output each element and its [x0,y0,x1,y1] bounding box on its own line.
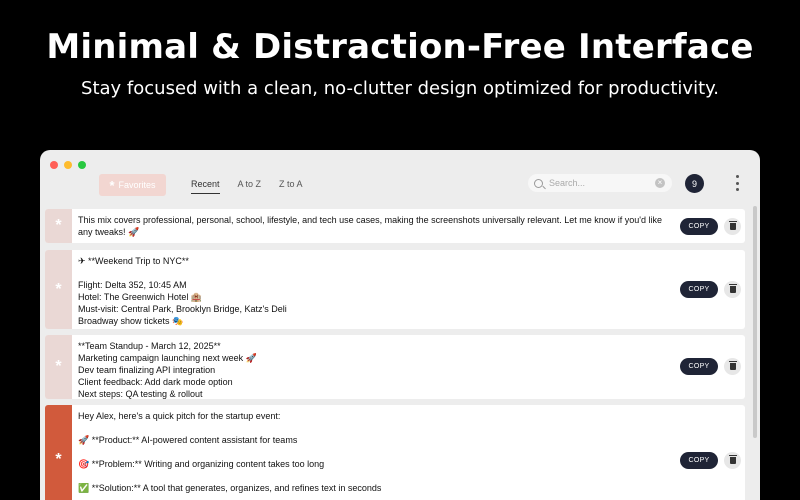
asterisk-icon: * [109,177,115,193]
clip-text: ✈ **Weekend Trip to NYC** Flight: Delta … [78,255,674,327]
clip-line [78,422,674,434]
trash-icon [728,221,737,230]
clip-line: 🚀 **Product:** AI-powered content assist… [78,435,298,445]
clip-line: Flight: Delta 352, 10:45 AM [78,280,187,290]
more-options-icon[interactable] [734,175,740,191]
trash-icon [728,284,737,293]
clip-line: 🎯 **Problem:** Writing and organizing co… [78,459,325,469]
asterisk-icon: * [45,250,72,329]
delete-button[interactable] [724,358,741,375]
hero-title: Minimal & Distraction-Free Interface [46,27,754,67]
copy-button[interactable]: COPY [680,358,718,375]
app-window: * Favorites Recent A to Z Z to A × 9 * T… [40,150,760,500]
clip-line [78,446,674,458]
asterisk-icon: * [45,335,72,399]
tab-z-to-a[interactable]: Z to A [279,179,303,194]
tab-recent[interactable]: Recent [191,179,220,194]
clip-text: This mix covers professional, personal, … [78,214,674,238]
scrollbar[interactable] [753,206,757,438]
delete-button[interactable] [724,281,741,298]
tab-a-to-z[interactable]: A to Z [238,179,262,194]
clip-line: Client feedback: Add dark mode option [78,377,233,387]
window-controls [50,161,86,169]
clip-line: Next steps: QA testing & rollout [78,389,203,399]
clip-line [78,267,674,279]
copy-button[interactable]: COPY [680,281,718,298]
clear-search-icon[interactable]: × [655,178,665,188]
delete-button[interactable] [724,452,741,469]
list-item[interactable]: * Hey Alex, here's a quick pitch for the… [45,405,745,500]
search-icon [534,178,543,188]
item-count-badge: 9 [685,174,704,193]
sort-tabs: Recent A to Z Z to A [191,179,303,194]
clip-line: Marketing campaign launching next week 🚀 [78,353,257,363]
clip-line: Must-visit: Central Park, Brooklyn Bridg… [78,304,287,314]
clip-line: Broadway show tickets 🎭 [78,316,184,326]
list-item[interactable]: * ✈ **Weekend Trip to NYC** Flight: Delt… [45,250,745,329]
minimize-window-button[interactable] [64,161,72,169]
search-input[interactable] [549,178,655,188]
list-item[interactable]: * This mix covers professional, personal… [45,209,745,243]
favorites-label: Favorites [118,180,156,190]
clip-line: **Team Standup - March 12, 2025** [78,341,221,351]
clip-text: **Team Standup - March 12, 2025** Market… [78,340,674,399]
clip-line: This mix covers professional, personal, … [78,215,662,225]
clip-line: Hey Alex, here's a quick pitch for the s… [78,411,281,421]
favorites-button[interactable]: * Favorites [99,174,166,196]
delete-button[interactable] [724,218,741,235]
list-item[interactable]: * **Team Standup - March 12, 2025** Mark… [45,335,745,399]
clip-line: Dev team finalizing API integration [78,365,216,375]
clip-text: Hey Alex, here's a quick pitch for the s… [78,410,674,494]
search-bar: × [528,174,672,192]
asterisk-icon: * [45,405,72,500]
copy-button[interactable]: COPY [680,452,718,469]
maximize-window-button[interactable] [78,161,86,169]
trash-icon [728,361,737,370]
copy-button[interactable]: COPY [680,218,718,235]
clip-line: Hotel: The Greenwich Hotel 🏨 [78,292,203,302]
hero-subtitle: Stay focused with a clean, no-clutter de… [81,78,719,99]
clip-line: ✅ **Solution:** A tool that generates, o… [78,483,382,493]
clip-line [78,470,674,482]
trash-icon [728,455,737,464]
asterisk-icon: * [45,209,72,243]
close-window-button[interactable] [50,161,58,169]
clip-line: any tweaks! 🚀 [78,227,140,237]
clip-line: ✈ **Weekend Trip to NYC** [78,256,189,266]
